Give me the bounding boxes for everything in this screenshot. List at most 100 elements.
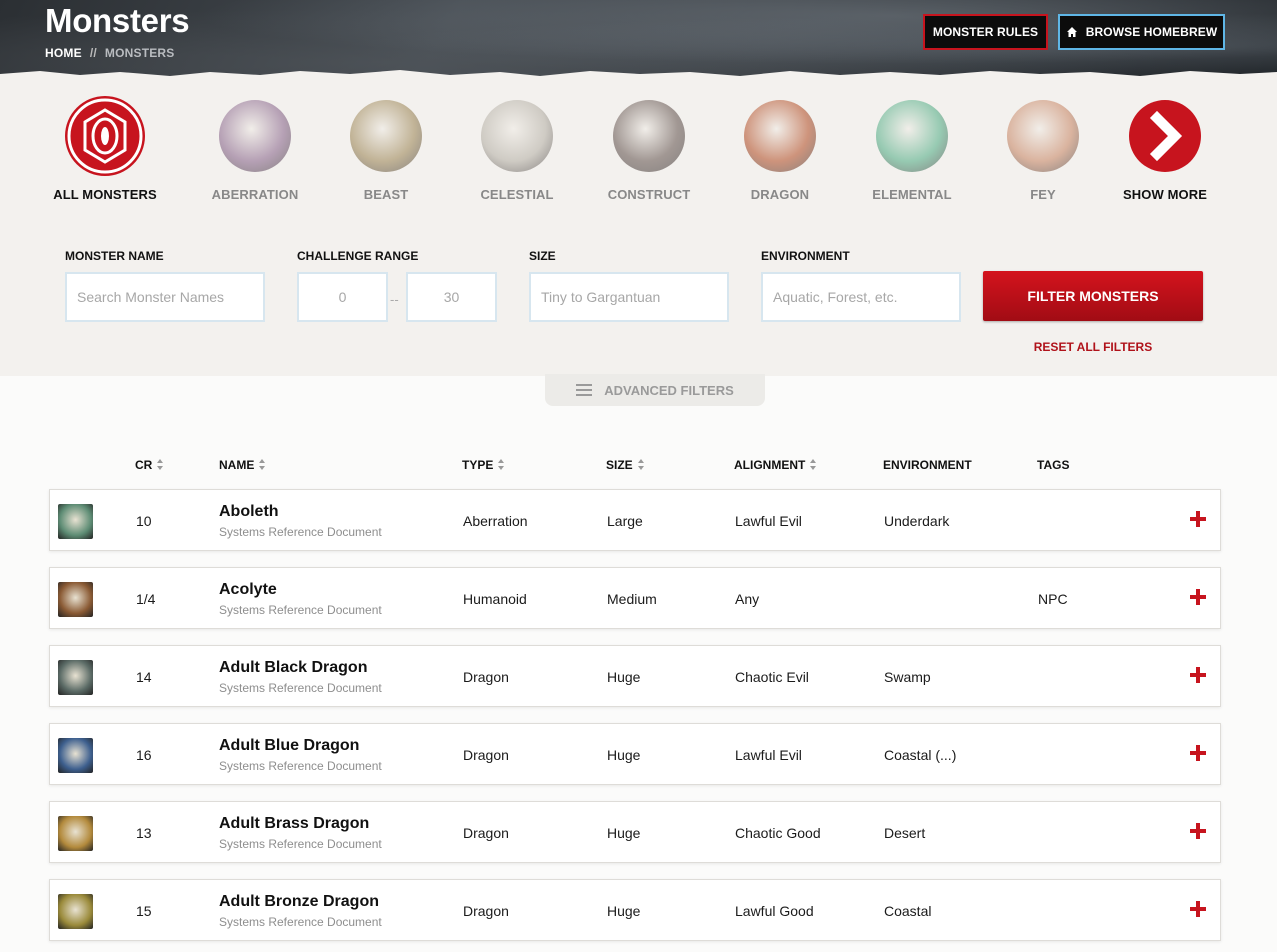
fey-portrait bbox=[1007, 100, 1079, 172]
category-construct[interactable]: CONSTRUCT bbox=[594, 100, 704, 202]
col-header-type[interactable]: TYPE bbox=[462, 458, 505, 472]
sort-icon bbox=[259, 459, 266, 471]
challenge-range-label: CHALLENGE RANGE bbox=[297, 249, 419, 263]
col-header-size[interactable]: SIZE bbox=[606, 458, 645, 472]
cell-cr: 14 bbox=[136, 669, 152, 685]
advanced-filters-label: ADVANCED FILTERS bbox=[604, 382, 734, 398]
category-aberration[interactable]: ABERRATION bbox=[200, 100, 310, 202]
monster-thumbnail bbox=[58, 660, 93, 695]
monster-source: Systems Reference Document bbox=[219, 915, 382, 929]
challenge-max-input[interactable]: 30 bbox=[406, 272, 497, 322]
cell-alignment: Chaotic Good bbox=[735, 825, 821, 841]
expand-plus-icon[interactable] bbox=[1190, 667, 1206, 683]
advanced-filters-toggle[interactable]: ADVANCED FILTERS bbox=[545, 374, 765, 406]
monster-name[interactable]: Aboleth bbox=[219, 503, 279, 521]
sort-icon bbox=[637, 459, 645, 471]
category-label: SHOW MORE bbox=[1123, 187, 1207, 202]
cell-alignment: Lawful Evil bbox=[735, 513, 802, 529]
table-row[interactable]: 13 Adult Brass Dragon Systems Reference Do… bbox=[49, 801, 1221, 863]
table-row[interactable]: 10 Aboleth Systems Reference Document Aberr… bbox=[49, 489, 1221, 551]
beast-portrait bbox=[350, 100, 422, 172]
col-header-name-label: NAME bbox=[219, 458, 255, 472]
cell-size: Huge bbox=[607, 825, 641, 841]
sort-icon bbox=[157, 459, 164, 471]
category-label: CONSTRUCT bbox=[607, 187, 691, 202]
range-separator: -- bbox=[390, 292, 399, 307]
table-row[interactable]: 1/4 Acolyte Systems Reference Document Huma… bbox=[49, 567, 1221, 629]
eye-emblem-icon bbox=[65, 96, 145, 176]
category-label: ALL MONSTERS bbox=[53, 187, 157, 202]
category-celestial[interactable]: CELESTIAL bbox=[462, 100, 572, 202]
cell-cr: 1/4 bbox=[136, 591, 156, 607]
cell-cr: 16 bbox=[136, 747, 152, 763]
cell-cr: 13 bbox=[136, 825, 152, 841]
torn-paper-edge bbox=[0, 70, 1277, 78]
cell-environment: Coastal (...) bbox=[884, 747, 957, 763]
col-header-tags: TAGS bbox=[1037, 458, 1069, 472]
col-header-alignment[interactable]: ALIGNMENT bbox=[734, 458, 817, 472]
cell-size: Huge bbox=[607, 669, 641, 685]
environment-input[interactable]: Aquatic, Forest, etc. bbox=[761, 272, 961, 322]
expand-plus-icon[interactable] bbox=[1190, 823, 1206, 839]
cell-type: Dragon bbox=[463, 903, 509, 919]
cell-alignment: Any bbox=[735, 591, 760, 607]
cell-alignment: Lawful Evil bbox=[735, 747, 802, 763]
monster-thumbnail bbox=[58, 582, 93, 617]
col-header-cr[interactable]: CR bbox=[135, 458, 164, 472]
col-header-type-label: TYPE bbox=[462, 458, 494, 472]
category-elemental[interactable]: ELEMENTAL bbox=[857, 100, 967, 202]
category-label: ABERRATION bbox=[211, 187, 299, 202]
browse-homebrew-label: BROWSE HOMEBREW bbox=[1085, 25, 1218, 39]
browse-homebrew-button[interactable]: BROWSE HOMEBREW bbox=[1058, 14, 1225, 50]
expand-plus-icon[interactable] bbox=[1190, 589, 1206, 605]
monster-name[interactable]: Adult Black Dragon bbox=[219, 659, 367, 677]
cell-type: Dragon bbox=[463, 669, 509, 685]
cell-environment: Swamp bbox=[884, 669, 931, 685]
monster-rules-button[interactable]: MONSTER RULES bbox=[923, 14, 1048, 50]
breadcrumb-home[interactable]: HOME bbox=[45, 46, 82, 60]
table-row[interactable]: 15 Adult Bronze Dragon Systems Reference D… bbox=[49, 879, 1221, 941]
breadcrumb-current: MONSTERS bbox=[104, 46, 175, 60]
sort-icon bbox=[810, 459, 817, 471]
monster-name[interactable]: Acolyte bbox=[219, 581, 277, 599]
category-dragon[interactable]: DRAGON bbox=[725, 100, 835, 202]
monster-source: Systems Reference Document bbox=[219, 837, 382, 851]
cell-environment: Underdark bbox=[884, 513, 950, 529]
sort-icon bbox=[498, 459, 505, 471]
col-header-name[interactable]: NAME bbox=[219, 458, 266, 472]
monster-source: Systems Reference Document bbox=[219, 681, 382, 695]
hamburger-icon bbox=[576, 384, 593, 396]
monster-source: Systems Reference Document bbox=[219, 759, 382, 773]
monster-source: Systems Reference Document bbox=[219, 525, 382, 539]
category-fey[interactable]: FEY bbox=[988, 100, 1098, 202]
dragon-portrait bbox=[744, 100, 816, 172]
monster-thumbnail bbox=[58, 738, 93, 773]
category-show-more[interactable]: SHOW MORE bbox=[1110, 100, 1220, 202]
reset-filters-link[interactable]: RESET ALL FILTERS bbox=[983, 340, 1203, 354]
monster-thumbnail bbox=[58, 816, 93, 851]
col-header-size-label: SIZE bbox=[606, 458, 633, 472]
expand-plus-icon[interactable] bbox=[1190, 511, 1206, 527]
monster-name[interactable]: Adult Brass Dragon bbox=[219, 815, 369, 833]
table-row[interactable]: 14 Adult Black Dragon Systems Reference Do… bbox=[49, 645, 1221, 707]
challenge-min-input[interactable]: 0 bbox=[297, 272, 388, 322]
size-input[interactable]: Tiny to Gargantuan bbox=[529, 272, 729, 322]
monster-name[interactable]: Adult Bronze Dragon bbox=[219, 893, 379, 911]
monster-name-input[interactable]: Search Monster Names bbox=[65, 272, 265, 322]
celestial-portrait bbox=[481, 100, 553, 172]
col-header-environment-label: ENVIRONMENT bbox=[883, 458, 972, 472]
page-header: Monsters HOME // MONSTERS MONSTER RULES BR… bbox=[0, 0, 1277, 78]
cell-environment: Coastal bbox=[884, 903, 932, 919]
monster-name[interactable]: Adult Blue Dragon bbox=[219, 737, 359, 755]
aberration-portrait bbox=[219, 100, 291, 172]
category-beast[interactable]: BEAST bbox=[331, 100, 441, 202]
expand-plus-icon[interactable] bbox=[1190, 901, 1206, 917]
expand-plus-icon[interactable] bbox=[1190, 745, 1206, 761]
col-header-alignment-label: ALIGNMENT bbox=[734, 458, 806, 472]
breadcrumb-separator: // bbox=[89, 46, 97, 60]
table-row[interactable]: 16 Adult Blue Dragon Systems Reference Doc… bbox=[49, 723, 1221, 785]
monster-name-label: MONSTER NAME bbox=[65, 249, 164, 263]
filter-monsters-button[interactable]: FILTER MONSTERS bbox=[983, 271, 1203, 321]
cell-environment: Desert bbox=[884, 825, 926, 841]
category-all-monsters[interactable]: ALL MONSTERS bbox=[50, 96, 160, 202]
